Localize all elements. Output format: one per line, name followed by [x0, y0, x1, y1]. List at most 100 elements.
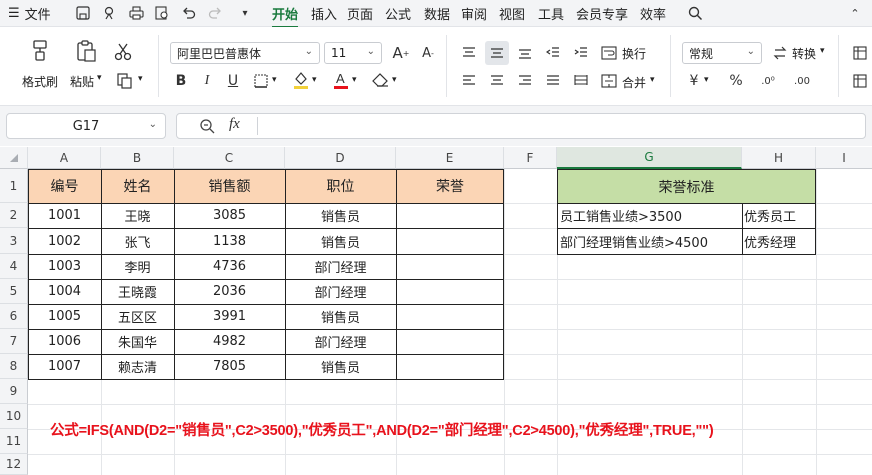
share-icon[interactable]: [100, 4, 118, 22]
indent-increase-icon[interactable]: [570, 42, 592, 64]
underline-icon[interactable]: U: [224, 71, 242, 91]
criteria-honor[interactable]: 优秀经理: [742, 228, 816, 254]
merge-cells-label[interactable]: 合并: [622, 74, 646, 91]
clear-format-dropdown-icon[interactable]: ▾: [392, 75, 397, 85]
paste-dropdown-icon[interactable]: ▾: [97, 73, 102, 83]
undo-icon[interactable]: [180, 4, 198, 22]
table-header-cell[interactable]: 职位: [285, 169, 396, 203]
format-painter-icon[interactable]: [28, 39, 52, 63]
table-cell[interactable]: 1007: [28, 354, 101, 379]
convert-dropdown-icon[interactable]: ▾: [820, 46, 825, 56]
table-cell[interactable]: 1004: [28, 279, 101, 304]
criteria-condition[interactable]: 员工销售业绩>3500: [558, 203, 742, 228]
table-cell[interactable]: [396, 354, 504, 379]
file-menu[interactable]: ☰ 文件: [8, 4, 51, 23]
row-header-8[interactable]: 8: [0, 354, 28, 379]
tab-formulas[interactable]: 公式: [385, 4, 411, 23]
column-header-h[interactable]: H: [742, 147, 816, 169]
clear-format-icon[interactable]: [370, 69, 392, 91]
row-header-5[interactable]: 5: [0, 279, 28, 304]
indent-decrease-icon[interactable]: [542, 42, 564, 64]
column-header-f[interactable]: F: [504, 147, 557, 169]
table-cell[interactable]: 3085: [174, 203, 285, 228]
align-left-icon[interactable]: [458, 71, 480, 91]
convert-icon[interactable]: [770, 42, 790, 64]
table-cell[interactable]: [396, 228, 504, 254]
table-cell[interactable]: 1003: [28, 254, 101, 279]
quick-access-dropdown-icon[interactable]: ▾: [236, 4, 254, 22]
cut-icon[interactable]: [112, 41, 134, 63]
search-icon[interactable]: [686, 4, 704, 22]
table-cell[interactable]: 五区区: [101, 304, 174, 329]
row-header-9[interactable]: 9: [0, 379, 28, 404]
criteria-title[interactable]: 荣誉标准: [558, 170, 815, 203]
table-cell[interactable]: 张飞: [101, 228, 174, 254]
table-cell[interactable]: 销售员: [285, 354, 396, 379]
format-painter-label[interactable]: 格式刷: [22, 73, 58, 90]
fill-color-icon[interactable]: [290, 69, 312, 91]
table-cell[interactable]: 7805: [174, 354, 285, 379]
wrap-text-icon[interactable]: [598, 42, 620, 64]
table-cell[interactable]: 2036: [174, 279, 285, 304]
tab-tools[interactable]: 工具: [538, 4, 564, 23]
tab-insert[interactable]: 插入: [311, 4, 337, 23]
table-cell[interactable]: 1006: [28, 329, 101, 354]
column-header-b[interactable]: B: [101, 147, 174, 169]
name-box[interactable]: G17 ⌄: [6, 113, 166, 139]
tab-data[interactable]: 数据: [424, 4, 450, 23]
column-header-a[interactable]: A: [28, 147, 101, 169]
row-header-10[interactable]: 10: [0, 404, 28, 429]
table-header-cell[interactable]: 编号: [28, 169, 101, 203]
increase-font-icon[interactable]: A +: [390, 42, 412, 64]
column-header-e[interactable]: E: [396, 147, 504, 169]
table-cell[interactable]: 1005: [28, 304, 101, 329]
fx-icon[interactable]: fx: [229, 116, 240, 133]
table-cell[interactable]: [396, 279, 504, 304]
borders-icon[interactable]: [250, 71, 272, 91]
table-cell[interactable]: 4736: [174, 254, 285, 279]
column-header-i[interactable]: I: [816, 147, 872, 169]
criteria-honor[interactable]: 优秀员工: [742, 203, 816, 228]
table-cell[interactable]: 王晓霞: [101, 279, 174, 304]
decimal-increase-icon[interactable]: .0⁰: [754, 71, 782, 91]
table-cell[interactable]: 部门经理: [285, 254, 396, 279]
align-top-icon[interactable]: [458, 42, 480, 64]
table-cell[interactable]: 王晓: [101, 203, 174, 228]
borders-dropdown-icon[interactable]: ▾: [272, 75, 277, 85]
column-header-c[interactable]: C: [174, 147, 285, 169]
table-cell[interactable]: 销售员: [285, 304, 396, 329]
tab-review[interactable]: 审阅: [461, 4, 487, 23]
merge-cells-icon[interactable]: [598, 71, 620, 91]
collapse-ribbon-icon[interactable]: ⌃: [846, 4, 864, 22]
table-cell[interactable]: [396, 329, 504, 354]
table-header-cell[interactable]: 姓名: [101, 169, 174, 203]
conditional-format-icon[interactable]: [850, 42, 870, 64]
table-cell[interactable]: 部门经理: [285, 279, 396, 304]
tab-view[interactable]: 视图: [499, 4, 525, 23]
table-header-cell[interactable]: 销售额: [174, 169, 285, 203]
number-format-select[interactable]: 常规 ⌄: [682, 42, 762, 64]
convert-label[interactable]: 转换: [792, 45, 816, 62]
column-header-d[interactable]: D: [285, 147, 396, 169]
criteria-condition[interactable]: 部门经理销售业绩>4500: [558, 228, 742, 254]
table-cell[interactable]: 3991: [174, 304, 285, 329]
table-cell[interactable]: 销售员: [285, 228, 396, 254]
row-header-11[interactable]: 11: [0, 429, 28, 454]
tab-page[interactable]: 页面: [347, 4, 373, 23]
table-cell[interactable]: 4982: [174, 329, 285, 354]
table-header-cell[interactable]: 荣誉: [396, 169, 504, 203]
font-size-select[interactable]: 11 ⌄: [324, 42, 382, 64]
align-center-icon[interactable]: [486, 71, 508, 91]
table-cell[interactable]: 1138: [174, 228, 285, 254]
table-cell[interactable]: 朱国华: [101, 329, 174, 354]
table-cell[interactable]: 销售员: [285, 203, 396, 228]
font-color-dropdown-icon[interactable]: ▾: [352, 75, 357, 85]
column-header-g[interactable]: G: [557, 147, 742, 169]
justify-icon[interactable]: [542, 71, 564, 91]
print-preview-icon[interactable]: [153, 4, 171, 22]
row-header-4[interactable]: 4: [0, 254, 28, 279]
paste-icon[interactable]: [74, 39, 98, 63]
tab-member[interactable]: 会员专享: [576, 4, 628, 23]
decimal-decrease-icon[interactable]: .00: [788, 71, 816, 91]
table-cell[interactable]: [396, 304, 504, 329]
